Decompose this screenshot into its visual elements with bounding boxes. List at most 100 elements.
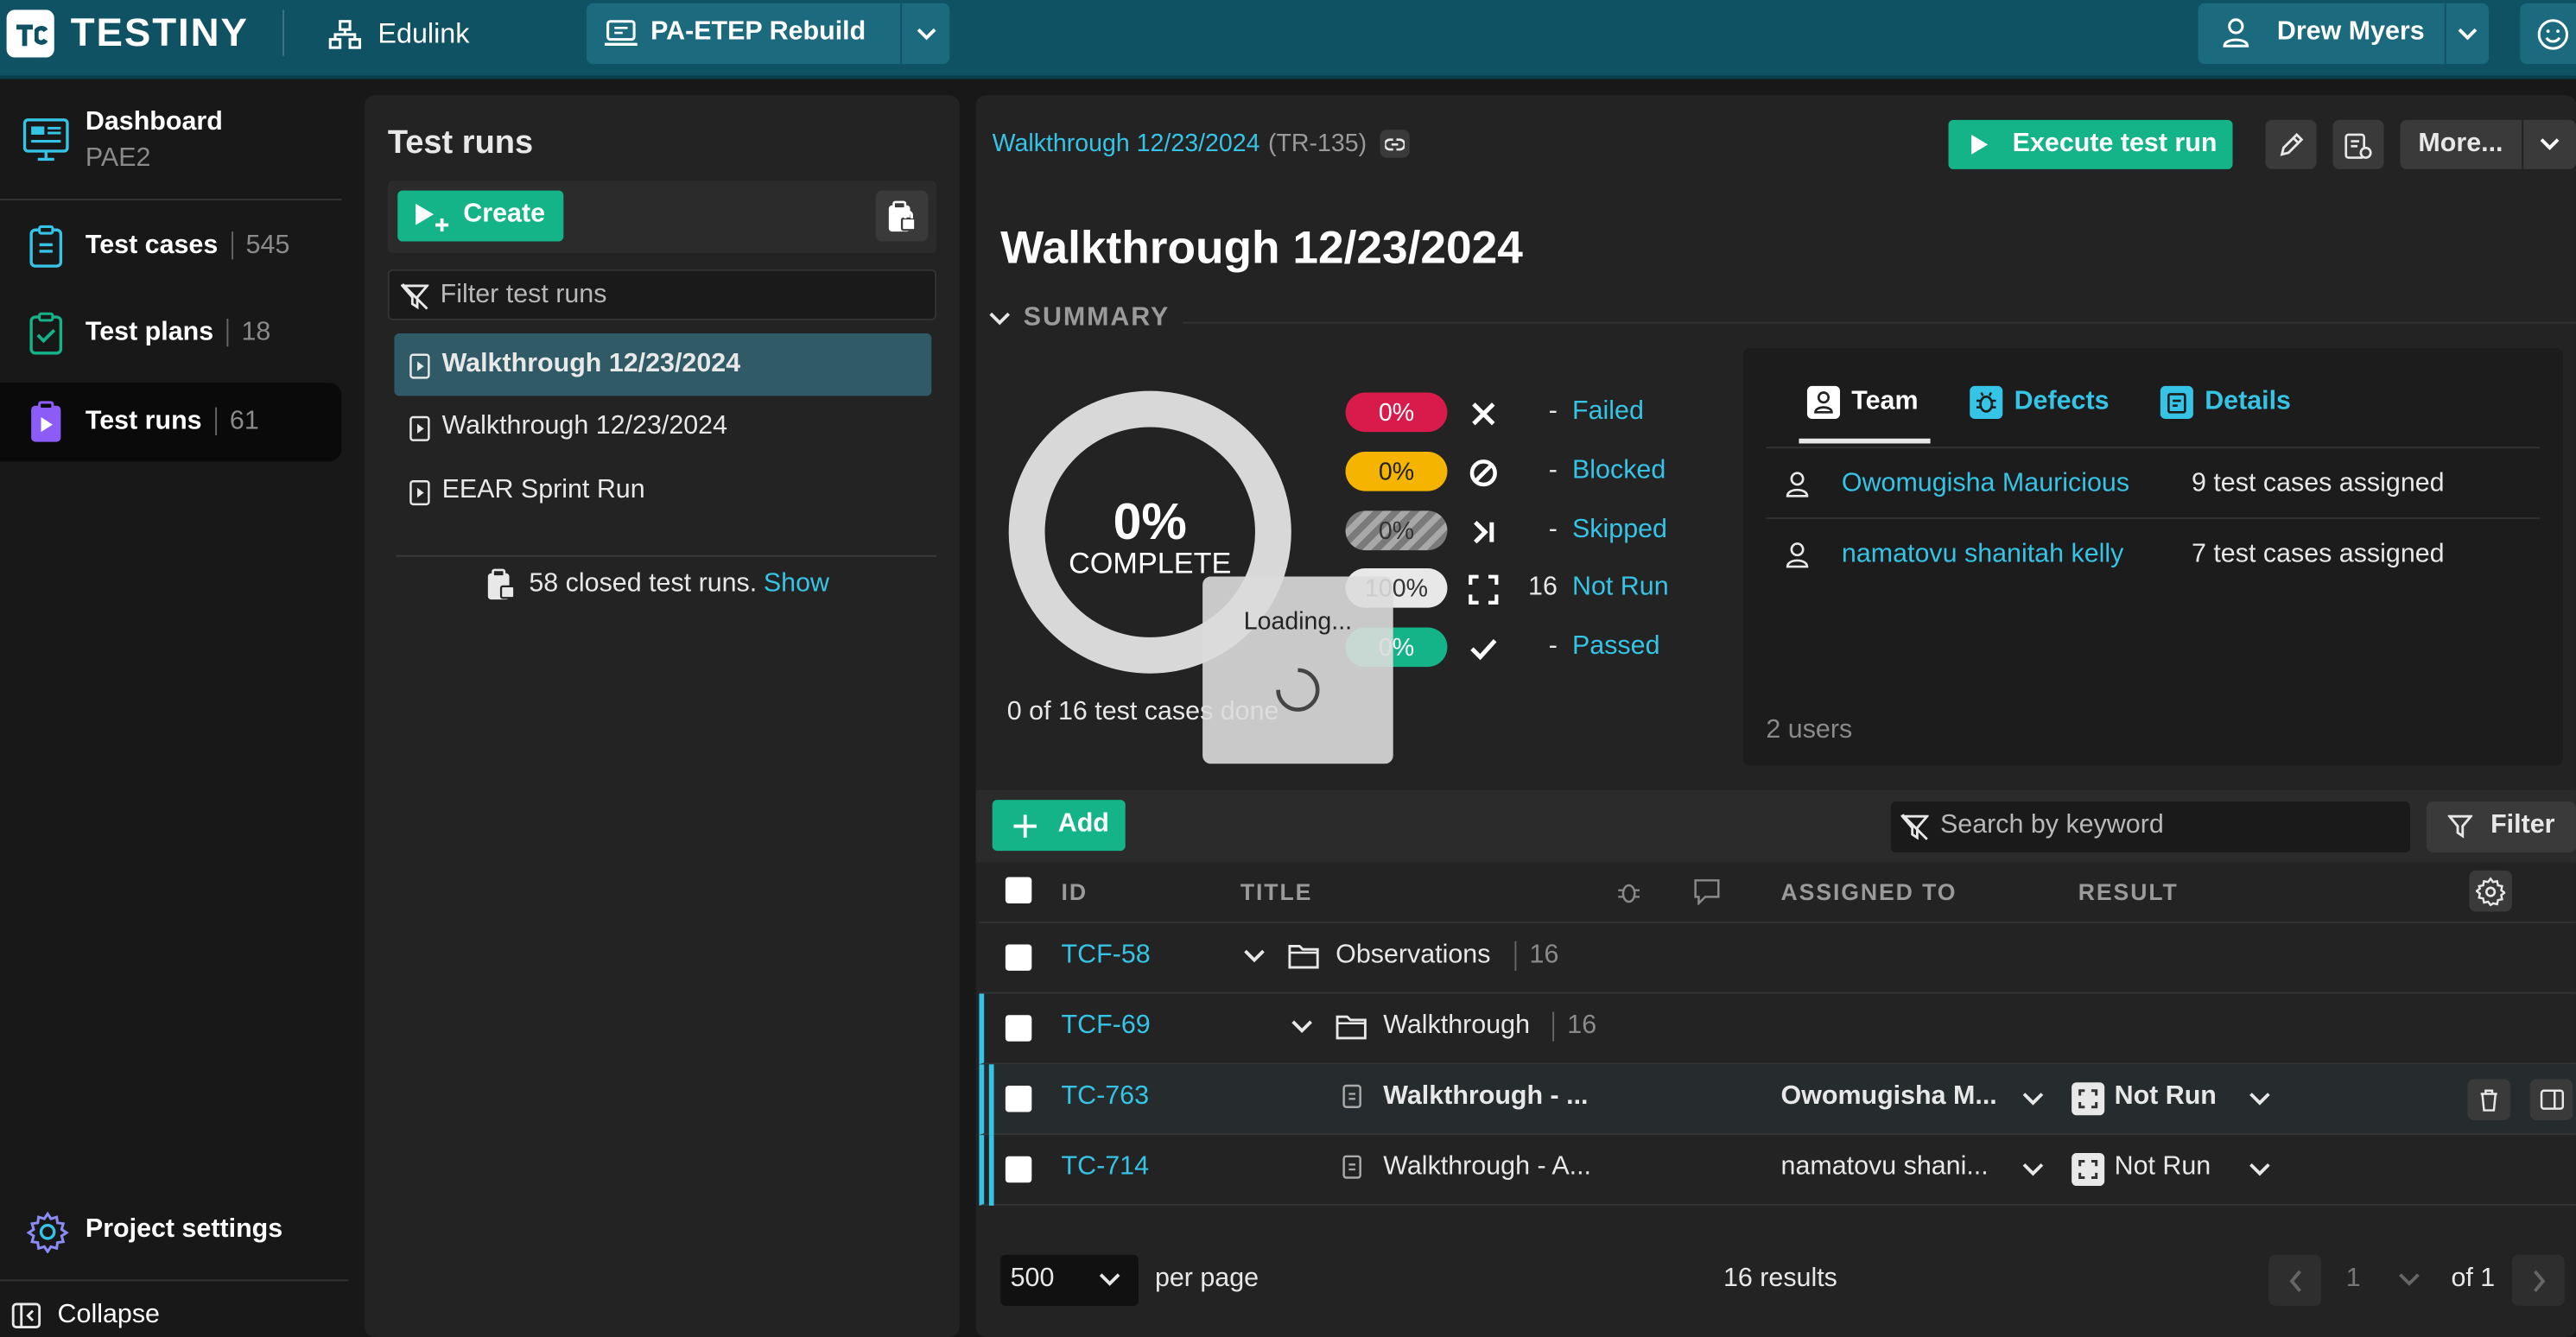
edit-button[interactable] — [2265, 119, 2317, 169]
chevron-down-icon[interactable] — [2522, 119, 2576, 169]
table-row[interactable]: TCF-58 Observations 16 — [979, 923, 2576, 994]
testiny-logo-icon[interactable] — [6, 10, 54, 58]
blocked-link[interactable]: Blocked — [1572, 457, 1666, 486]
org-switcher[interactable]: Edulink — [328, 16, 469, 53]
passed-link[interactable]: Passed — [1572, 632, 1660, 662]
not-run-link[interactable]: Not Run — [1572, 573, 1669, 603]
row-result[interactable]: Not Run — [2115, 1082, 2217, 1112]
failed-link[interactable]: Failed — [1572, 397, 1644, 427]
filter-runs-input[interactable]: Filter test runs — [387, 269, 937, 320]
user-icon — [2223, 18, 2249, 48]
divider — [1183, 321, 2576, 324]
user-menu[interactable]: Drew Myers — [2198, 3, 2490, 65]
select-all-checkbox[interactable] — [1005, 877, 1032, 903]
summary-toggle[interactable]: SUMMARY — [989, 304, 1170, 333]
folder-icon — [1336, 1015, 1367, 1040]
closed-runs-toggle[interactable] — [875, 190, 929, 242]
col-id: ID — [1061, 878, 1088, 905]
folder-icon — [1288, 944, 1319, 969]
column-settings-button[interactable] — [2469, 870, 2512, 912]
row-id[interactable]: TCF-58 — [1062, 941, 1151, 971]
collapse-button[interactable]: Collapse — [0, 1291, 342, 1337]
row-id[interactable]: TCF-69 — [1062, 1011, 1151, 1041]
per-page-select[interactable]: 500 — [1000, 1254, 1139, 1306]
feedback-smiley-icon[interactable] — [2520, 3, 2576, 65]
tab-team[interactable]: Team — [1806, 385, 1919, 419]
col-title: TITLE — [1240, 878, 1313, 905]
blocked-icon — [1469, 459, 1497, 487]
chevron-down-icon[interactable] — [2249, 1093, 2271, 1107]
search-input[interactable]: Search by keyword — [1890, 802, 2410, 852]
run-item[interactable]: EEAR Sprint Run — [394, 459, 931, 522]
user-icon — [1806, 385, 1840, 419]
nav-test-runs[interactable]: Test runs 61 — [0, 383, 342, 462]
breadcrumb-link[interactable]: Walkthrough 12/23/2024 — [993, 130, 1260, 157]
chevron-down-icon[interactable] — [2022, 1163, 2044, 1177]
create-button[interactable]: Create — [397, 190, 564, 242]
row-id[interactable]: TC-714 — [1062, 1153, 1149, 1182]
execute-test-run-button[interactable]: Execute test run — [1948, 119, 2233, 169]
row-id[interactable]: TC-763 — [1062, 1082, 1149, 1112]
not-run-icon — [2072, 1082, 2105, 1116]
count: 18 — [226, 318, 270, 347]
delete-icon[interactable] — [2467, 1079, 2510, 1120]
chevron-down-icon[interactable] — [2249, 1163, 2271, 1177]
row-checkbox[interactable] — [1005, 1156, 1032, 1183]
nav-dashboard[interactable]: Dashboard PAE2 — [0, 105, 342, 178]
row-result[interactable]: Not Run — [2115, 1153, 2211, 1182]
row-assignee[interactable]: namatovu shani... — [1781, 1153, 1989, 1182]
nav-test-cases[interactable]: Test cases 545 — [0, 207, 342, 286]
add-button[interactable]: Add — [992, 800, 1126, 852]
chevron-down-icon[interactable] — [2444, 3, 2489, 65]
chevron-right-icon — [2533, 1269, 2545, 1292]
report-button[interactable] — [2332, 119, 2384, 169]
copy-link-icon[interactable] — [1380, 130, 1410, 158]
row-checkbox[interactable] — [1005, 1086, 1032, 1112]
chevron-down-icon[interactable] — [1244, 949, 1266, 964]
clipboard-lock-icon — [888, 200, 917, 231]
tab-defects[interactable]: Defects — [1970, 385, 2110, 419]
page-total: of 1 — [2451, 1264, 2496, 1293]
collapse-label: Collapse — [57, 1301, 160, 1329]
search-placeholder: Search by keyword — [1940, 811, 2164, 840]
table-row[interactable]: TC-763 Walkthrough - ... Owomugisha M...… — [979, 1064, 2576, 1136]
row-checkbox[interactable] — [1005, 1015, 1032, 1042]
member-name[interactable]: namatovu shanitah kelly — [1842, 541, 2123, 570]
chevron-down-icon[interactable] — [900, 3, 949, 65]
test-case-icon — [1342, 1155, 1361, 1179]
filter-label: Filter — [2490, 811, 2555, 840]
nav-project-settings[interactable]: Project settings — [0, 1191, 342, 1270]
col-result: RESULT — [2078, 878, 2179, 905]
donut-percent: 0% — [1113, 492, 1187, 551]
member-name[interactable]: Owomugisha Mauricious — [1842, 470, 2129, 499]
skipped-link[interactable]: Skipped — [1572, 516, 1667, 545]
nav-test-plans[interactable]: Test plans 18 — [0, 294, 342, 372]
col-assigned-to: ASSIGNED TO — [1780, 878, 1957, 905]
chevron-down-icon[interactable] — [2022, 1093, 2044, 1107]
run-item[interactable]: Walkthrough 12/23/2024 — [394, 396, 931, 458]
project-selector[interactable]: PA-ETEP Rebuild — [586, 3, 950, 65]
show-closed-link[interactable]: Show — [764, 570, 829, 599]
open-panel-icon[interactable] — [2529, 1079, 2573, 1120]
tab-details[interactable]: Details — [2160, 385, 2291, 419]
filter-button[interactable]: Filter — [2426, 802, 2576, 852]
left-nav: Dashboard PAE2 Test cases 545 Test plans 1… — [0, 82, 352, 1337]
skipped-pill: 0% — [1345, 510, 1448, 551]
page-select[interactable]: 1 — [2332, 1254, 2435, 1306]
next-page-button[interactable] — [2511, 1254, 2565, 1306]
divider — [396, 554, 937, 557]
loading-overlay: Loading... — [1202, 576, 1393, 764]
row-checkbox[interactable] — [1005, 944, 1032, 971]
prev-page-button[interactable] — [2268, 1254, 2322, 1306]
table-row[interactable]: TC-714 Walkthrough - A... namatovu shani… — [979, 1135, 2576, 1206]
chevron-down-icon[interactable] — [1291, 1020, 1313, 1035]
table-row[interactable]: TCF-69 Walkthrough 16 — [979, 993, 2576, 1065]
not-run-icon — [2072, 1153, 2105, 1187]
bug-icon — [1618, 884, 1640, 903]
row-assignee[interactable]: Owomugisha M... — [1781, 1082, 1997, 1112]
more-label: More... — [2418, 130, 2503, 158]
not-run-count: 16 — [1528, 573, 1558, 602]
run-item[interactable]: Walkthrough 12/23/2024 — [394, 333, 932, 396]
breadcrumb: Walkthrough 12/23/2024 (TR-135) — [993, 130, 1410, 158]
more-menu[interactable]: More... — [2400, 119, 2576, 169]
